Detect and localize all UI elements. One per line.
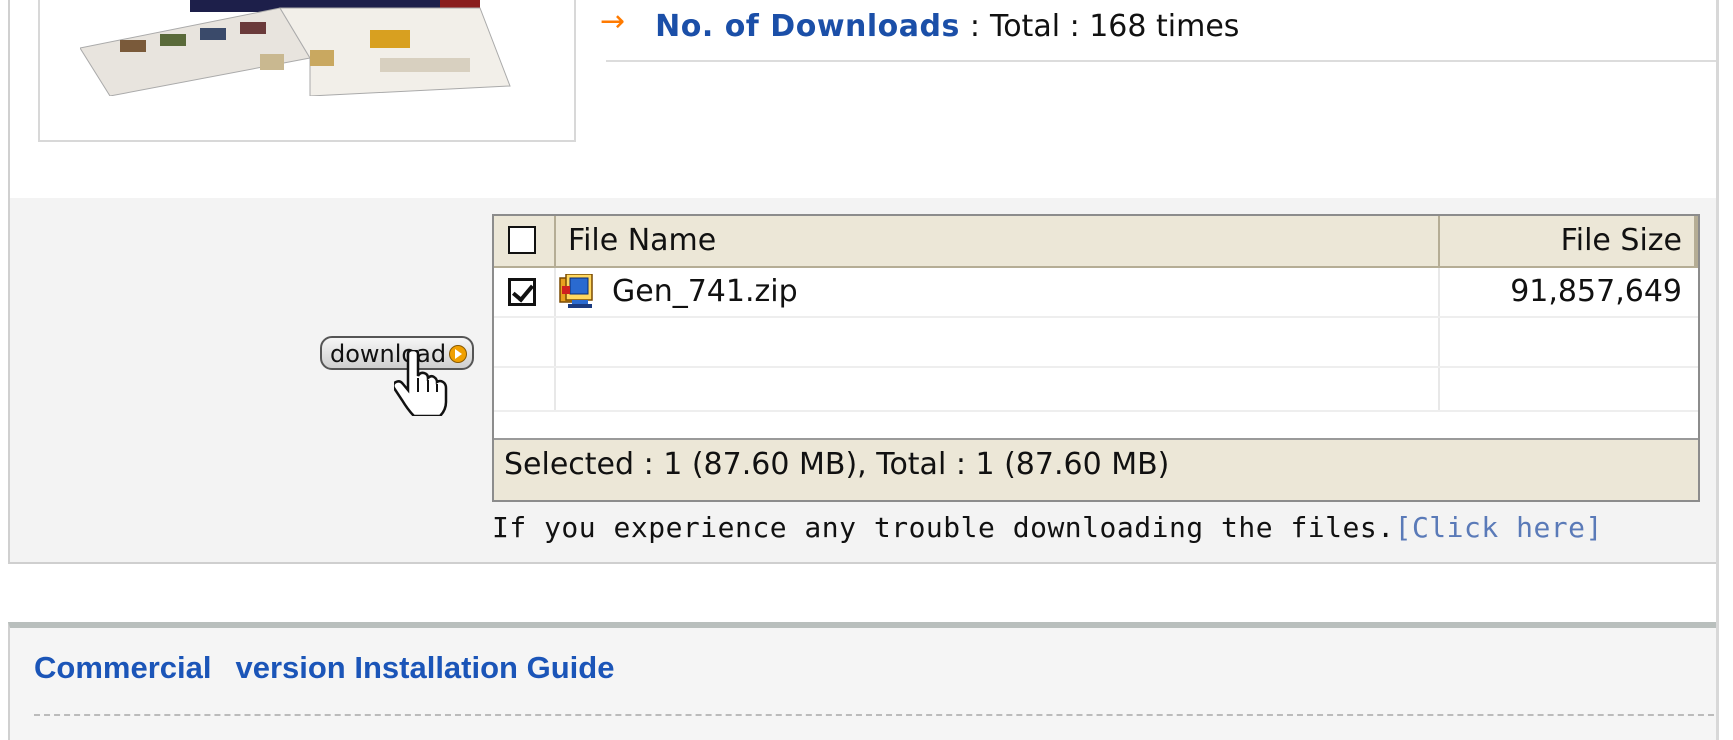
zip-archive-icon	[559, 274, 593, 308]
download-section: download File Name File Size Gen_741.zip…	[8, 198, 1725, 564]
empty-cell	[556, 318, 1440, 366]
product-thumbnail	[38, 0, 576, 142]
downloads-label: No. of Downloads	[655, 8, 960, 44]
row-checkbox[interactable]	[508, 278, 536, 306]
selection-summary: Selected : 1 (87.60 MB), Total : 1 (87.6…	[494, 438, 1698, 500]
file-table: File Name File Size Gen_741.zip 91,857,6…	[492, 214, 1700, 502]
play-arrow-icon	[449, 345, 467, 363]
select-all-cell	[494, 216, 556, 266]
table-row[interactable]: Gen_741.zip 91,857,649	[494, 268, 1698, 318]
guide-title-rest: version Installation Guide	[235, 650, 615, 685]
file-name: Gen_741.zip	[612, 274, 798, 309]
page: → No. of Downloads : Total : 168 times d…	[0, 0, 1733, 740]
downloads-value: Total : 168 times	[989, 8, 1240, 44]
click-here-link[interactable]: [Click here]	[1395, 511, 1603, 544]
column-header-file-size[interactable]: File Size	[1440, 216, 1698, 266]
empty-table-row	[494, 368, 1698, 412]
table-header: File Name File Size	[494, 216, 1698, 268]
scrollbar-edge	[1716, 0, 1733, 740]
product-image	[80, 0, 511, 96]
empty-cell	[1440, 368, 1698, 410]
file-name-cell: Gen_741.zip	[556, 268, 1440, 316]
empty-cell	[556, 368, 1440, 410]
downloads-separator: :	[969, 8, 980, 44]
column-header-file-name[interactable]: File Name	[556, 216, 1440, 266]
empty-cell	[1440, 318, 1698, 366]
file-size: 91,857,649	[1510, 274, 1682, 309]
row-checkbox-cell	[494, 268, 556, 316]
empty-cell	[494, 318, 556, 366]
hand-cursor-icon	[394, 350, 448, 416]
arrow-right-icon: →	[600, 3, 626, 39]
installation-guide-section: Commercial version Installation Guide	[8, 622, 1725, 740]
trouble-help-line: If you experience any trouble downloadin…	[492, 508, 1603, 548]
dashed-divider	[34, 714, 1724, 716]
guide-title-strong: Commercial	[34, 650, 212, 685]
file-info-section: → No. of Downloads : Total : 168 times	[8, 0, 1726, 200]
empty-table-row	[494, 318, 1698, 368]
installation-guide-title: Commercial version Installation Guide	[34, 650, 614, 686]
select-all-checkbox[interactable]	[508, 226, 536, 254]
downloads-count-line: → No. of Downloads : Total : 168 times	[600, 4, 1239, 48]
empty-cell	[494, 368, 556, 410]
divider	[606, 60, 1726, 62]
trouble-text: If you experience any trouble downloadin…	[492, 511, 1395, 544]
